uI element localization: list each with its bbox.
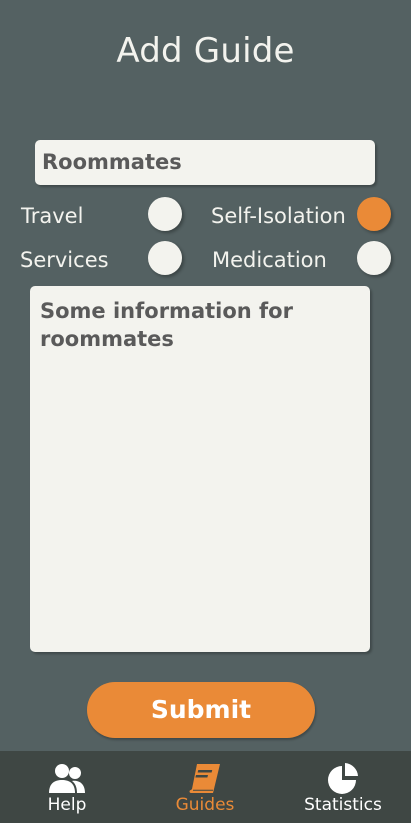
book-icon [189, 764, 220, 793]
page-title: Add Guide [116, 31, 295, 71]
nav-label-help: Help [47, 795, 87, 815]
category-radio-services[interactable] [148, 241, 182, 275]
category-radio-medication[interactable] [357, 241, 391, 275]
nav-item-help[interactable]: Help [20, 751, 114, 823]
category-label-travel: Travel [21, 204, 84, 228]
guide-title-input[interactable]: Roommates [35, 140, 375, 185]
category-radio-self-isolation[interactable] [357, 197, 391, 231]
submit-button[interactable]: Submit [87, 682, 315, 738]
category-label-self-isolation: Self-Isolation [211, 204, 346, 228]
category-radio-travel[interactable] [148, 197, 182, 231]
nav-label-statistics: Statistics [304, 795, 382, 815]
nav-item-guides[interactable]: Guides [158, 751, 252, 823]
nav-item-statistics[interactable]: Statistics [296, 751, 390, 823]
bottom-nav: Help Guides Statistics [0, 751, 411, 823]
pie-chart-icon [328, 763, 358, 794]
people-icon [49, 764, 85, 793]
category-label-services: Services [20, 248, 109, 272]
nav-label-guides: Guides [175, 795, 235, 815]
guide-content-textarea[interactable]: Some information for roommates [30, 286, 370, 652]
category-label-medication: Medication [212, 248, 327, 272]
